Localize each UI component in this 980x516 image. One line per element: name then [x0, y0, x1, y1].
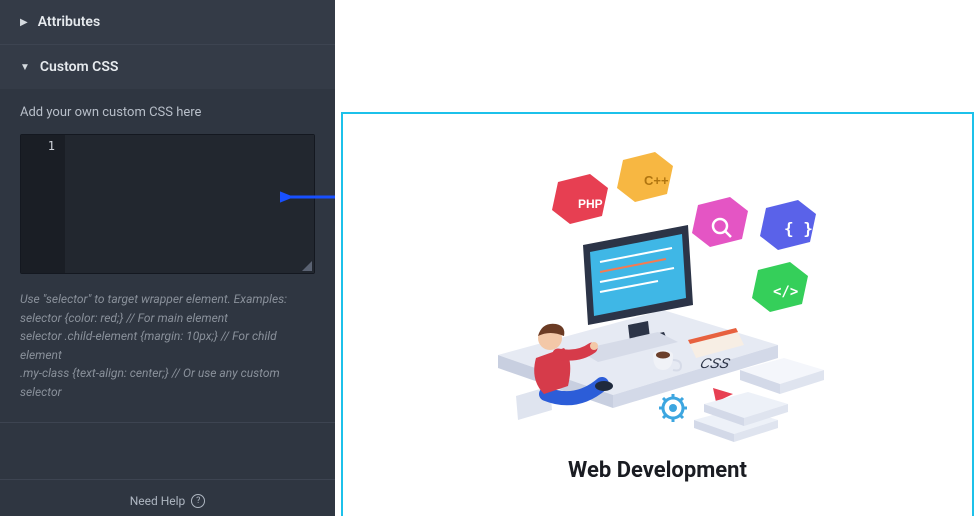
gear-icon	[659, 394, 687, 422]
need-help-link[interactable]: Need Help ?	[130, 494, 206, 508]
paper-stack-icon: CSS	[694, 356, 824, 442]
widget-content: C++ PHP { } </>	[488, 150, 828, 483]
web-development-illustration: C++ PHP { } </>	[488, 150, 828, 450]
svg-text:C++: C++	[644, 173, 669, 188]
badge-slash-icon: </>	[752, 262, 808, 312]
svg-text:{ }: { }	[784, 219, 813, 238]
svg-text:CSS: CSS	[697, 356, 731, 372]
resize-handle-icon[interactable]	[300, 259, 312, 271]
badge-search-icon	[692, 197, 748, 247]
badge-cpp-icon: C++	[617, 152, 673, 202]
custom-css-description: Add your own custom CSS here	[20, 105, 315, 120]
help-icon: ?	[191, 494, 205, 508]
illustration-svg: C++ PHP { } </>	[488, 150, 828, 450]
badge-braces-icon: { }	[760, 200, 816, 250]
panel-custom-css-body: Add your own custom CSS here 1 Use "sele…	[0, 89, 335, 422]
chevron-down-icon: ▼	[20, 62, 30, 73]
panel-attributes-header[interactable]: ▶ Attributes	[0, 0, 335, 44]
preview-canvas: C++ PHP { } </>	[335, 0, 980, 516]
badge-php-icon: PHP	[552, 174, 608, 224]
widget-caption: Web Development	[488, 458, 828, 483]
custom-css-editor: 1	[20, 134, 315, 274]
editor-line-number: 1	[21, 139, 65, 153]
need-help-label: Need Help	[130, 494, 186, 508]
panel-custom-css-title: Custom CSS	[40, 59, 119, 75]
custom-css-hint: Use "selector" to target wrapper element…	[20, 290, 315, 402]
editor-sidebar: ▶ Attributes ▼ Custom CSS Add your own c…	[0, 0, 335, 516]
editor-gutter: 1	[21, 135, 65, 273]
svg-text:</>: </>	[773, 284, 798, 300]
panel-custom-css-header[interactable]: ▼ Custom CSS	[0, 45, 335, 89]
custom-css-textarea[interactable]	[65, 135, 314, 273]
panel-attributes-title: Attributes	[38, 14, 100, 30]
panel-attributes: ▶ Attributes	[0, 0, 335, 45]
svg-text:PHP: PHP	[578, 197, 603, 211]
chevron-right-icon: ▶	[20, 17, 28, 28]
sidebar-footer: Need Help ?	[0, 479, 335, 516]
panel-custom-css: ▼ Custom CSS Add your own custom CSS her…	[0, 45, 335, 423]
